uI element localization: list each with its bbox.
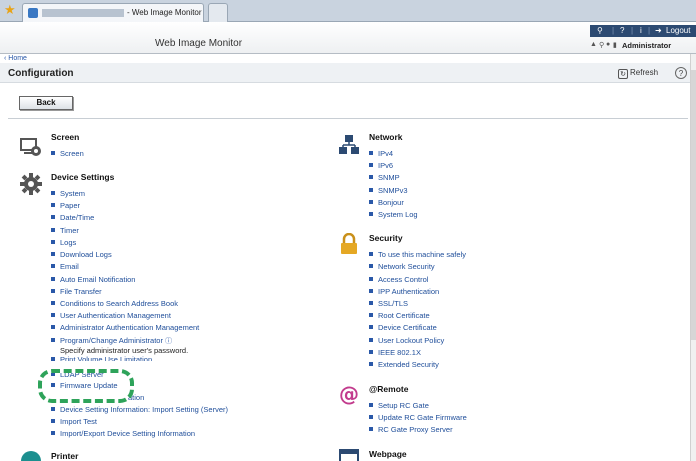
link-admin-auth-management[interactable]: Administrator Authentication Management [51,323,199,332]
link-extended-security[interactable]: Extended Security [369,360,439,369]
logout-icon[interactable]: ➜ [655,26,662,35]
link-ipv6[interactable]: IPv6 [369,161,393,170]
link-paper[interactable]: Paper [51,201,80,210]
section-title-device-settings: Device Settings [51,172,115,182]
link-update-rc-gate-firmware[interactable]: Update RC Gate Firmware [369,413,467,422]
admin-password-note: Specify administrator user's password. [60,346,189,355]
lock-status-icon: ▲ [590,41,597,48]
program-change-admin-label[interactable]: Program/Change Administrator [60,336,163,345]
browser-tab-strip: ★ - Web Image Monitor [0,0,696,22]
top-toolbar: ⚲ | ? | i | ➜ Logout [590,25,696,37]
link-user-auth-management[interactable]: User Authentication Management [51,311,171,320]
svg-text:@: @ [339,383,359,405]
page-favicon-icon [28,8,38,18]
info-icon[interactable]: i [640,26,642,35]
logout-link[interactable]: Logout [666,26,690,35]
page-title: Configuration [8,68,74,79]
refresh-icon: ↻ [618,69,628,79]
section-title-webpage: Webpage [369,449,407,459]
link-import-setting-server[interactable]: Device Setting Information: Import Setti… [51,405,228,414]
app-title: Web Image Monitor [155,38,243,49]
link-logs[interactable]: Logs [51,238,76,247]
link-network-security[interactable]: Network Security [369,262,435,271]
breadcrumb-home[interactable]: ‹ Home [4,55,27,62]
user-status: ▲ ⚲ ● ▮ Administrator [588,40,696,52]
link-ssl-tls[interactable]: SSL/TLS [369,299,408,308]
user-label: Administrator [622,41,672,50]
help-icon[interactable]: ? [620,26,624,35]
section-title-remote: @Remote [369,384,409,394]
link-download-logs[interactable]: Download Logs [51,250,112,259]
link-ieee-8021x[interactable]: IEEE 802.1X [369,348,421,357]
dashed-highlight [38,369,134,403]
section-title-screen: Screen [51,132,80,142]
app-header: Web Image Monitor ⚲ | ? | i | ➜ Logout ▲… [0,22,696,54]
link-snmp[interactable]: SNMP [369,173,400,182]
link-system-log[interactable]: System Log [369,210,418,219]
section-title-printer: Printer [51,451,79,461]
link-rc-gate-proxy[interactable]: RC Gate Proxy Server [369,425,453,434]
link-use-machine-safely[interactable]: To use this machine safely [369,250,466,259]
link-device-certificate[interactable]: Device Certificate [369,323,437,332]
redacted-host [42,9,124,17]
refresh-label: Refresh [630,68,659,77]
link-ipp-authentication[interactable]: IPP Authentication [369,287,439,296]
printer-icon [21,451,41,461]
section-title-security: Security [369,233,403,243]
device-status-icon: ▮ [613,42,617,49]
divider [8,118,688,119]
link-import-test[interactable]: Import Test [51,417,97,426]
link-root-certificate[interactable]: Root Certificate [369,311,430,320]
link-program-change-admin[interactable]: Program/Change Administrator ⓘ [51,336,172,346]
link-email[interactable]: Email [51,262,79,271]
link-access-control[interactable]: Access Control [369,275,428,284]
info-circle-icon: ⓘ [165,338,173,345]
favorites-star-icon[interactable]: ★ [4,3,18,17]
browser-tab[interactable]: - Web Image Monitor [22,3,204,22]
refresh-button[interactable]: ↻ Refresh [618,68,658,79]
gear-icon [20,173,42,195]
back-button[interactable]: Back [19,96,73,110]
link-print-volume-limitation[interactable]: Print Volume Use Limitation [51,355,152,361]
webpage-icon [339,449,359,461]
link-import-export-settings[interactable]: Import/Export Device Setting Information [51,429,195,438]
network-status-icon: ⚲ [599,42,605,49]
link-screen[interactable]: Screen [51,149,84,158]
breadcrumb-home-label[interactable]: Home [8,55,27,62]
lock-icon [341,233,357,254]
link-auto-email-notification[interactable]: Auto Email Notification [51,275,135,284]
new-tab-button[interactable] [208,3,228,22]
search-icon[interactable]: ⚲ [597,26,603,35]
section-title-network: Network [369,132,403,142]
link-file-transfer[interactable]: File Transfer [51,287,102,296]
link-timer[interactable]: Timer [51,226,79,235]
screen-icon [20,138,41,156]
link-system[interactable]: System [51,189,85,198]
link-bonjour[interactable]: Bonjour [369,198,404,207]
link-date-time[interactable]: Date/Time [51,213,94,222]
network-icon [339,135,359,154]
page-help-icon[interactable]: ? [675,67,687,79]
tab-title: - Web Image Monitor [127,8,202,17]
at-remote-icon: @ [339,383,359,405]
link-snmpv3[interactable]: SNMPv3 [369,186,408,195]
user-status-icon: ● [606,41,611,48]
link-ipv4[interactable]: IPv4 [369,149,393,158]
link-user-lockout-policy[interactable]: User Lockout Policy [369,336,444,345]
page-title-bar: Configuration ↻ Refresh ? [0,63,690,83]
link-setup-rc-gate[interactable]: Setup RC Gate [369,401,429,410]
scrollbar-thumb[interactable] [691,70,696,340]
link-address-book-search[interactable]: Conditions to Search Address Book [51,299,178,308]
